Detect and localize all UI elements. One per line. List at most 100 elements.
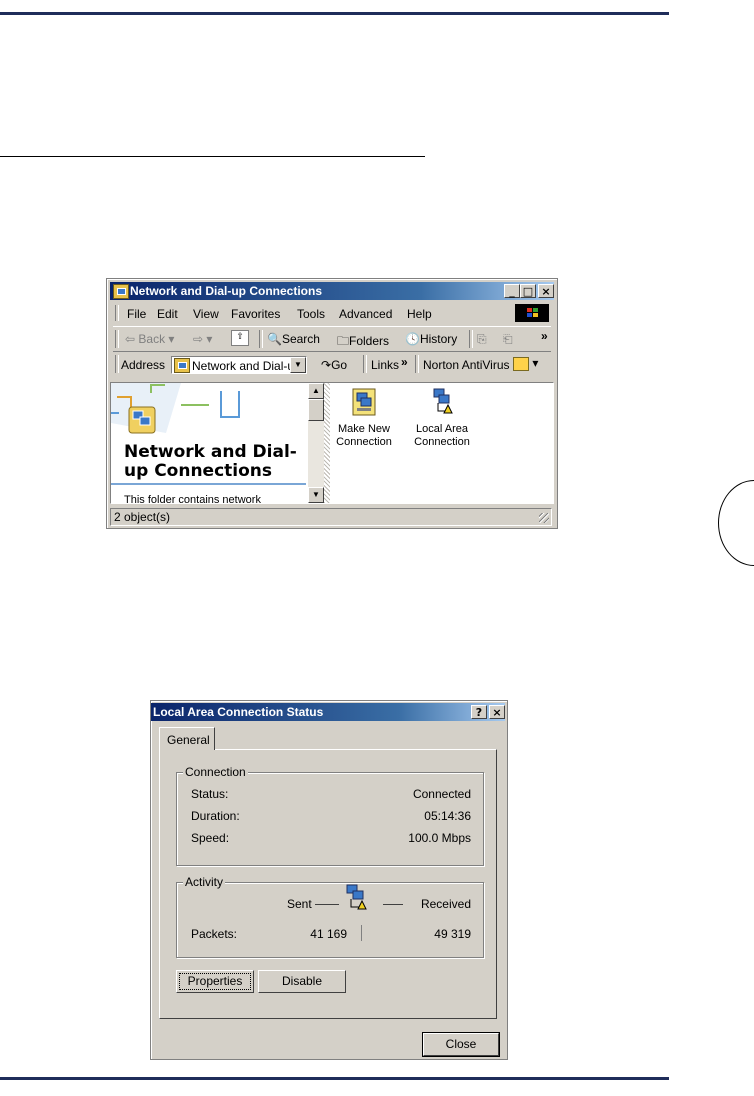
section-rule (0, 156, 425, 157)
received-line (383, 904, 403, 905)
search-button[interactable]: 🔍Search (267, 332, 320, 346)
help-button[interactable]: ? (471, 705, 487, 719)
maximize-button[interactable]: □ (520, 284, 536, 298)
forward-arrow-icon: ⇨ (193, 332, 204, 346)
status-label: Status: (191, 787, 229, 801)
banner-scrollbar[interactable]: ▲ ▼ (308, 383, 324, 503)
received-label: Received (420, 897, 471, 911)
make-new-connection-label-1: Make New (338, 423, 390, 435)
folder-content-area: Network and Dial- up Connections This fo… (110, 382, 554, 504)
banner-title: Network and Dial- up Connections (124, 442, 297, 481)
tab-general-label: General (167, 733, 210, 747)
duration-label: Duration: (191, 809, 240, 823)
status-value: Connected (412, 787, 471, 801)
scroll-up-button[interactable]: ▲ (308, 383, 324, 399)
norton-dropdown[interactable]: ▾ (513, 356, 538, 371)
menu-tools[interactable]: Tools (297, 307, 325, 321)
tab-general[interactable]: General (159, 727, 215, 750)
sent-label: Sent (287, 897, 312, 911)
norton-antivirus-button[interactable]: Norton AntiVirus (423, 358, 510, 372)
address-dropdown-button[interactable]: ▼ (290, 357, 306, 373)
network-folder-icon (174, 358, 190, 373)
banner-description: This folder contains network (124, 494, 261, 504)
menu-bar: File Edit View Favorites Tools Advanced … (113, 303, 551, 323)
address-bar: Address Network and Dial-u ▼ ↷Go Links »… (113, 352, 551, 376)
properties-button[interactable]: Properties (176, 970, 254, 993)
address-label: Address (121, 358, 166, 372)
make-new-connection-item[interactable]: Make New Connection (329, 387, 399, 449)
bottom-rule (0, 1077, 669, 1080)
menu-edit[interactable]: Edit (157, 307, 178, 321)
local-area-connection-item[interactable]: Local Area Connection (407, 387, 477, 449)
back-arrow-icon: ⇦ (125, 332, 136, 346)
network-activity-icon (343, 883, 371, 916)
links-button[interactable]: Links (371, 358, 399, 372)
close-button[interactable]: × (538, 284, 554, 298)
menu-advanced[interactable]: Advanced (339, 307, 392, 321)
toolbar-overflow-button[interactable]: » (541, 329, 548, 343)
local-area-connection-label-1: Local Area (416, 423, 468, 435)
up-folder-button[interactable]: ⇧ (231, 330, 249, 346)
side-tab-marker (718, 480, 754, 566)
connection-groupbox: Connection Status: Connected Duration: 0… (176, 765, 484, 866)
go-arrow-icon: ↷ (321, 358, 332, 372)
scroll-down-button[interactable]: ▼ (308, 487, 324, 503)
address-value[interactable]: Network and Dial-u (192, 359, 294, 373)
search-icon: 🔍 (267, 332, 282, 346)
dialog-titlebar[interactable]: Local Area Connection Status ? × (151, 703, 505, 721)
go-button[interactable]: ↷Go (321, 358, 347, 372)
packets-received-value: 49 319 (434, 927, 471, 941)
status-bar: 2 object(s) (110, 508, 554, 526)
menu-file[interactable]: File (127, 307, 146, 321)
packets-label: Packets: (191, 927, 238, 941)
packets-sent-value: 41 169 (310, 927, 347, 941)
window-titlebar[interactable]: Network and Dial-up Connections _ □ × (110, 282, 554, 300)
history-button[interactable]: 🕓History (405, 332, 457, 346)
window-title: Network and Dial-up Connections (130, 284, 323, 298)
copy-to-icon: ⎗ (503, 332, 513, 346)
menu-help[interactable]: Help (407, 307, 432, 321)
new-connection-icon (350, 387, 378, 417)
connection-group-label: Connection (183, 765, 248, 779)
local-area-connection-label-2: Connection (414, 436, 470, 448)
folders-icon: 🗀 (337, 334, 350, 348)
menu-grip (115, 305, 119, 321)
folders-button[interactable]: 🗀Folders (337, 332, 389, 353)
network-connections-window: Network and Dial-up Connections _ □ × Fi… (106, 278, 558, 529)
activity-group-label: Activity (183, 875, 226, 889)
move-to-icon: ⎘ (477, 332, 487, 346)
forward-button[interactable]: ⇨ ▾ (193, 332, 212, 346)
back-button[interactable]: ⇦ Back ▾ (125, 332, 174, 346)
standard-toolbar: ⇦ Back ▾ ⇨ ▾ ⇧ 🔍Search 🗀Folders 🕓History… (113, 326, 551, 352)
history-icon: 🕓 (405, 332, 420, 346)
activity-groupbox: Activity Sent Received Packets: 41 169 4… (176, 875, 484, 958)
dialog-close-button[interactable]: × (489, 705, 505, 719)
banner-graphic (111, 383, 307, 443)
close-dialog-button[interactable]: Close (423, 1033, 499, 1056)
menu-view[interactable]: View (193, 307, 219, 321)
address-field[interactable]: Network and Dial-u ▼ (171, 356, 307, 374)
disable-button[interactable]: Disable (258, 970, 346, 993)
status-text: 2 object(s) (114, 510, 171, 524)
norton-icon (513, 356, 529, 371)
menu-favorites[interactable]: Favorites (231, 307, 280, 321)
connection-status-dialog: Local Area Connection Status ? × General… (150, 700, 508, 1060)
dialog-title: Local Area Connection Status (153, 705, 324, 719)
make-new-connection-label-2: Connection (336, 436, 392, 448)
speed-value: 100.0 Mbps (408, 831, 471, 845)
resize-grip-icon[interactable] (539, 513, 549, 523)
network-folder-icon (113, 284, 129, 299)
speed-label: Speed: (191, 831, 230, 845)
network-connection-icon (428, 387, 456, 417)
sent-line (315, 904, 339, 905)
copy-to-button[interactable]: ⎗ (503, 332, 513, 347)
links-overflow-button[interactable]: » (401, 355, 408, 369)
banner-divider (111, 483, 306, 485)
move-to-button[interactable]: ⎘ (477, 332, 487, 347)
up-folder-icon: ⇧ (236, 331, 244, 341)
general-tab-panel: Connection Status: Connected Duration: 0… (159, 749, 497, 1019)
scroll-thumb[interactable] (308, 399, 324, 421)
duration-value: 05:14:36 (424, 809, 471, 823)
top-rule (0, 12, 669, 15)
minimize-button[interactable]: _ (504, 284, 520, 298)
